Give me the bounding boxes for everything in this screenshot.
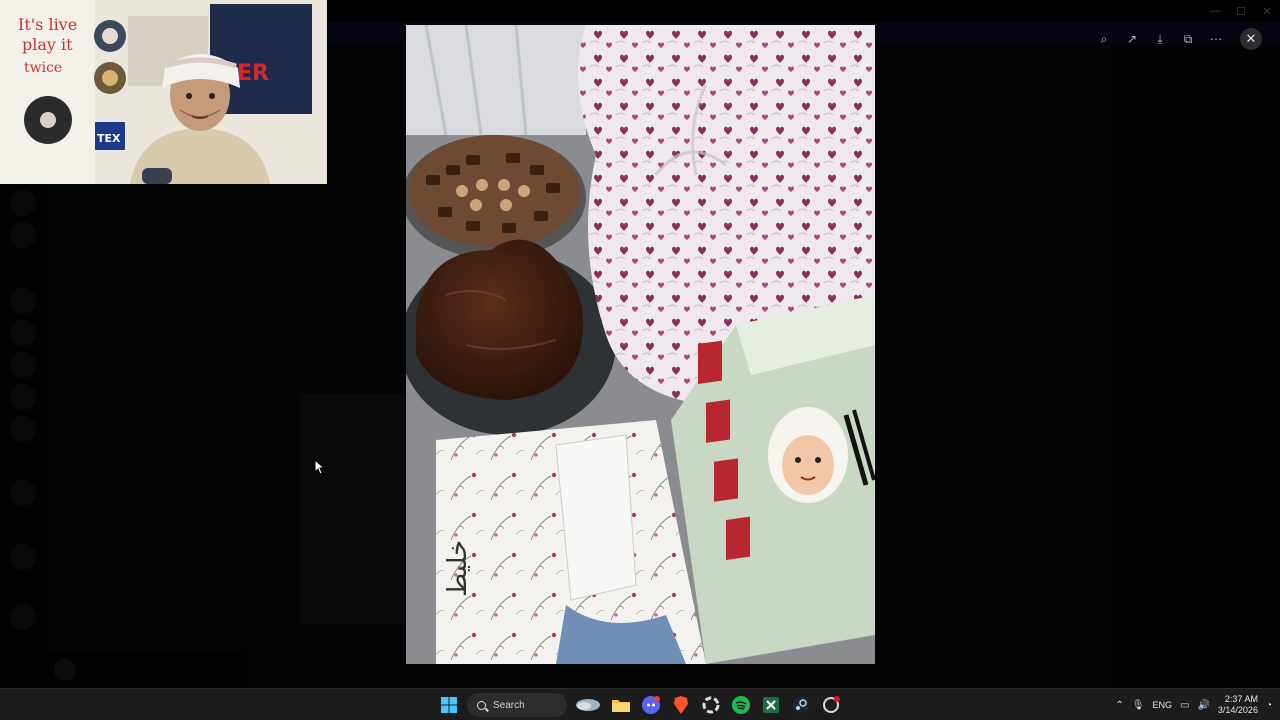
screen: — ☐ ✕ ⌕: [0, 0, 1280, 720]
excel-icon[interactable]: [759, 693, 783, 717]
open-external-icon[interactable]: ⧉: [1176, 29, 1200, 49]
chevron-up-icon[interactable]: ⌃: [1115, 700, 1123, 711]
windows-icon: [441, 697, 457, 713]
file-explorer-icon[interactable]: [609, 693, 633, 717]
taskbar-search-box[interactable]: Search: [467, 693, 567, 717]
forward-icon[interactable]: ↗: [1120, 29, 1144, 49]
widgets-icon[interactable]: [573, 693, 603, 717]
webcam-illustration: It's live play it twice TEX TER: [0, 0, 327, 184]
spotify-glyph: [732, 696, 750, 714]
start-button[interactable]: [437, 693, 461, 717]
svg-text:play it: play it: [22, 35, 73, 54]
brave-icon[interactable]: [669, 693, 693, 717]
microphone-icon[interactable]: 🎙: [1132, 700, 1145, 711]
svg-text:ﺧﻠﻴﻂ: ﺧﻠﻴﻂ: [443, 540, 473, 597]
svg-text:twice: twice: [24, 60, 62, 76]
mouse-cursor: [314, 459, 326, 475]
download-icon[interactable]: ⤓: [1148, 29, 1172, 49]
search-icon: [477, 700, 486, 710]
discord-icon[interactable]: [639, 693, 663, 717]
volume-icon[interactable]: 🔊: [1197, 700, 1209, 711]
network-icon[interactable]: ▭: [1180, 700, 1189, 711]
viewed-photo[interactable]: ﺧﻠﻴﻂ: [406, 25, 875, 664]
davinci-icon[interactable]: [699, 693, 723, 717]
webcam-feed: It's live play it twice TEX TER: [0, 0, 327, 184]
steam-glyph: [793, 697, 809, 713]
close-viewer-button[interactable]: ✕: [1240, 28, 1262, 50]
app-icon[interactable]: [819, 693, 843, 717]
clock-time: 2:37 AM: [1224, 694, 1258, 704]
notifications-icon[interactable]: ◔: [1266, 700, 1272, 711]
brave-glyph: [674, 696, 688, 714]
taskbar-center: Search: [437, 693, 843, 717]
more-icon[interactable]: ⋯: [1204, 29, 1228, 49]
language-indicator[interactable]: ENG: [1152, 700, 1172, 710]
clock-date: 3/14/2026: [1217, 705, 1258, 715]
folder-icon: [612, 700, 630, 712]
discord-glyph: [642, 696, 660, 714]
search-label: Search: [493, 699, 525, 711]
system-tray: ⌃ 🎙 ENG ▭ 🔊 2:37 AM 3/14/2026 ◔: [1115, 689, 1272, 720]
taskbar: Search ⌃ 🎙 ENG ▭ 🔊 2:37 AM 3/14/2026 ◔: [0, 688, 1280, 720]
spotify-icon[interactable]: [729, 693, 753, 717]
svg-text:TEX: TEX: [97, 132, 121, 145]
excel-glyph: [763, 697, 779, 713]
zoom-icon[interactable]: ⌕: [1092, 29, 1116, 49]
viewer-toolbar: ⌕ ↗ ⤓ ⧉ ⋯ ✕: [1092, 28, 1262, 50]
clock[interactable]: 2:37 AM 3/14/2026: [1218, 694, 1258, 716]
photo-illustration: ﺧﻠﻴﻂ: [406, 25, 875, 664]
steam-icon[interactable]: [789, 693, 813, 717]
svg-text:It's live: It's live: [18, 15, 77, 34]
widgets-icon-graphic: [576, 699, 600, 711]
app-glyph: [823, 696, 840, 713]
davinci-glyph: [702, 696, 720, 714]
